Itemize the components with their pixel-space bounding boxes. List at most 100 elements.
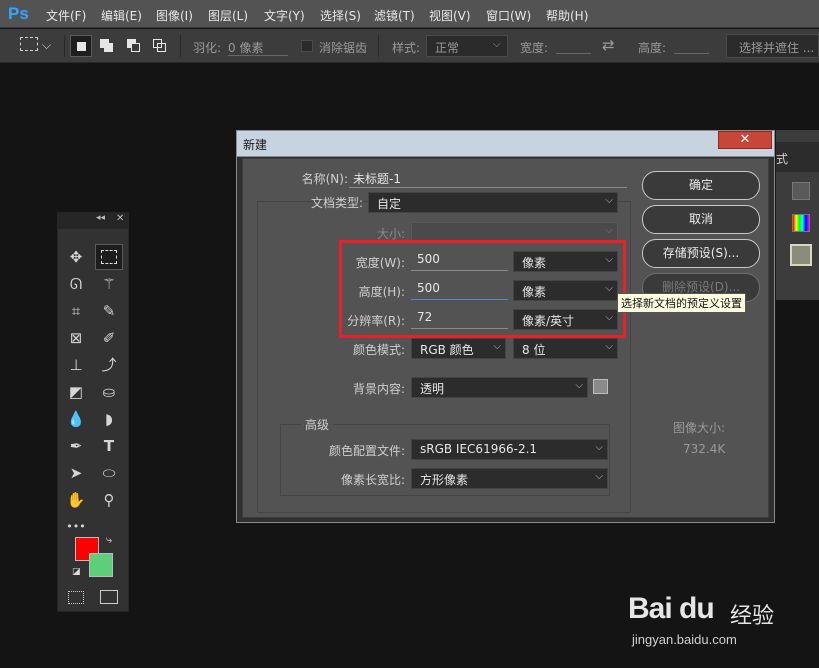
tools-panel-header[interactable]: ◂◂ ✕: [58, 213, 128, 229]
feather-input[interactable]: 0 像素: [228, 39, 263, 56]
name-input[interactable]: 未标题-1: [353, 170, 401, 187]
watermark-url: jingyan.baidu.com: [632, 632, 737, 647]
style-label: 样式:: [392, 41, 421, 55]
dialog-titlebar[interactable]: 新建 ✕: [237, 131, 774, 157]
brush-tool-icon[interactable]: ✐: [95, 325, 123, 351]
select-and-mask-button[interactable]: 选择并遮住 ...: [726, 34, 819, 58]
background-color-swatch[interactable]: [89, 553, 113, 577]
hand-tool-icon[interactable]: ✋: [62, 487, 90, 513]
rect-marquee-tool-icon[interactable]: [95, 244, 123, 270]
chevron-down-icon: ⌵: [595, 471, 603, 482]
chevron-down-icon: ⌵: [605, 195, 613, 206]
options-bar: ⌵ 羽化: 0 像素 消除锯齿 样式: 正常 ⌵ 宽度: ⇄ 高度: 选择并遮住…: [0, 29, 819, 63]
save-preset-button[interactable]: 存储预设(S)...: [642, 239, 760, 268]
chevron-down-icon: ⌵: [605, 341, 613, 352]
chevron-down-icon: ⌵: [575, 380, 583, 391]
cancel-button[interactable]: 取消: [642, 205, 760, 234]
chevron-down-icon: ⌵: [493, 39, 501, 50]
marquee-preset-icon[interactable]: [20, 37, 38, 51]
color-mode-select[interactable]: RGB 颜色 ⌵: [411, 338, 506, 359]
watermark-brand: 经验: [730, 604, 775, 629]
move-tool-icon[interactable]: ✥: [62, 244, 90, 270]
advanced-label: 高级: [301, 416, 334, 433]
pixel-aspect-select[interactable]: 方形像素 ⌵: [411, 468, 608, 489]
color-spectrum-icon[interactable]: [792, 214, 810, 232]
zoom-tool-icon[interactable]: ⚲: [95, 487, 123, 513]
ok-button[interactable]: 确定: [642, 171, 760, 200]
pen-tool-icon[interactable]: ✒: [62, 433, 90, 459]
menu-select[interactable]: 选择(S): [320, 7, 361, 24]
path-selection-tool-icon[interactable]: ➤: [62, 460, 90, 486]
chevron-down-icon[interactable]: ⌵: [42, 38, 51, 53]
crop-tool-icon[interactable]: ⌗: [62, 298, 90, 324]
intersect-selection-button[interactable]: [153, 39, 167, 53]
baidu-watermark-logo: Bai du: [628, 592, 715, 626]
menu-layer[interactable]: 图层(L): [208, 7, 248, 24]
subtract-selection-button[interactable]: [127, 39, 141, 53]
history-brush-tool-icon[interactable]: ⤴: [95, 352, 123, 378]
default-colors-icon[interactable]: ◪: [72, 567, 81, 577]
antialias-label: 消除锯齿: [319, 41, 368, 55]
divider: [180, 35, 181, 57]
new-selection-icon: [77, 42, 86, 51]
paint-bucket-tool-icon[interactable]: ⛀: [95, 379, 123, 405]
menu-filter[interactable]: 滤镜(T): [374, 7, 415, 24]
clone-stamp-tool-icon[interactable]: ⊥: [62, 352, 90, 378]
close-icon[interactable]: ✕: [116, 213, 124, 224]
quick-mask-icon[interactable]: [68, 591, 84, 604]
highlight-frame: [339, 240, 626, 338]
color-profile-select[interactable]: sRGB IEC61966-2.1 ⌵: [411, 439, 608, 460]
tools-panel: ◂◂ ✕ ✥ ᘏ ⚚ ⌗ ✎ ⊠ ✐ ⊥ ⤴ ◩ ⛀ 💧 ◗ ✒ T ➤ ⬭ ✋…: [57, 212, 129, 612]
eraser-tool-icon[interactable]: ◩: [62, 379, 90, 405]
menu-window[interactable]: 窗口(W): [486, 7, 531, 24]
bit-depth-select[interactable]: 8 位 ⌵: [513, 338, 618, 359]
ellipse-tool-icon[interactable]: ⬭: [95, 460, 123, 486]
blur-tool-icon[interactable]: 💧: [62, 406, 90, 432]
width-input[interactable]: [556, 53, 591, 54]
divider: [64, 35, 65, 57]
eyedropper-tool-icon[interactable]: ✎: [95, 298, 123, 324]
name-label: 名称(N):: [301, 172, 348, 186]
swap-colors-icon[interactable]: ⤷: [106, 533, 112, 547]
collapse-icon[interactable]: ◂◂: [96, 213, 105, 223]
pixel-aspect-label: 像素长宽比:: [340, 473, 405, 487]
lasso-tool-icon[interactable]: ᘏ: [62, 271, 90, 297]
menu-view[interactable]: 视图(V): [429, 7, 471, 24]
close-button[interactable]: ✕: [718, 131, 772, 149]
type-tool-icon[interactable]: T: [95, 433, 123, 459]
screen-mode-icon[interactable]: [100, 590, 118, 604]
height-label: 高度:: [638, 41, 667, 55]
menu-type[interactable]: 文字(Y): [264, 7, 305, 24]
dodge-tool-icon[interactable]: ◗: [95, 406, 123, 432]
magic-wand-tool-icon[interactable]: ⚚: [95, 271, 123, 297]
healing-brush-tool-icon[interactable]: ⊠: [62, 325, 90, 351]
new-selection-button[interactable]: [70, 35, 92, 57]
antialias-checkbox[interactable]: [301, 40, 313, 52]
add-selection-button[interactable]: [100, 39, 114, 53]
chevron-down-icon: ⌵: [493, 341, 501, 352]
panel-tab-icon[interactable]: 式: [776, 150, 788, 167]
chevron-down-icon: ⌵: [595, 442, 603, 453]
style-select[interactable]: 正常 ⌵: [426, 35, 508, 57]
swatch-icon[interactable]: [792, 182, 810, 200]
background-label: 背景内容:: [352, 382, 405, 396]
image-size-value: 732.4K: [683, 442, 726, 456]
color-mode-label: 颜色模式:: [352, 343, 405, 357]
photoshop-logo: Ps: [8, 4, 29, 23]
height-input[interactable]: [674, 53, 709, 54]
image-size-label: 图像大小:: [673, 421, 726, 435]
background-select[interactable]: 透明 ⌵: [411, 377, 588, 398]
doc-type-select[interactable]: 自定 ⌵: [368, 192, 618, 213]
color-profile-label: 颜色配置文件:: [328, 444, 405, 458]
styles-icon[interactable]: [790, 244, 812, 266]
menu-edit[interactable]: 编辑(E): [101, 7, 142, 24]
width-label: 宽度:: [520, 41, 549, 55]
close-icon: ✕: [739, 132, 751, 147]
background-color-swatch[interactable]: [593, 379, 608, 394]
menu-file[interactable]: 文件(F): [46, 7, 86, 24]
doc-type-label: 文档类型:: [310, 196, 363, 210]
swap-icon[interactable]: ⇄: [602, 36, 615, 54]
menu-image[interactable]: 图像(I): [156, 7, 193, 24]
divider: [378, 35, 379, 57]
menu-help[interactable]: 帮助(H): [546, 7, 588, 24]
